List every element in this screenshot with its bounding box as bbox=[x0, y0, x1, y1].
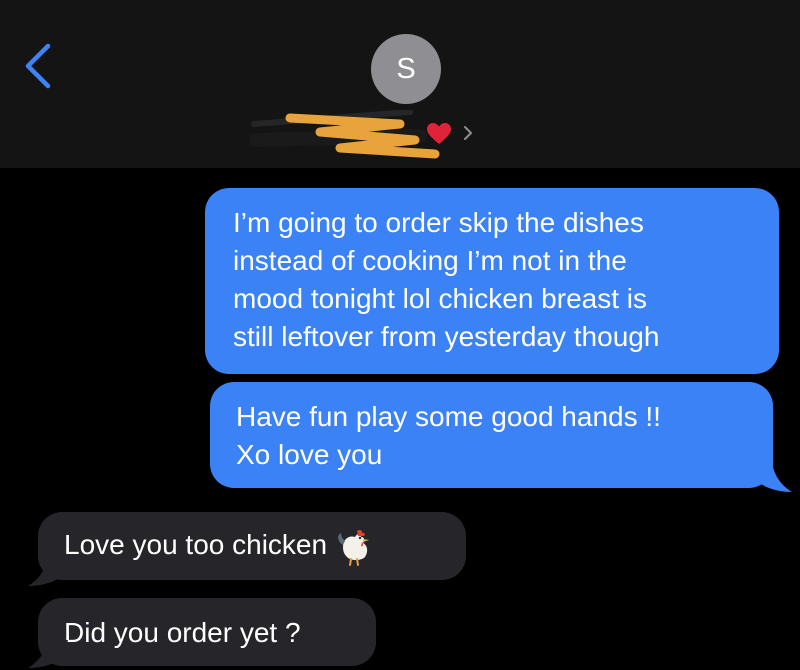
conversation-header: S bbox=[0, 0, 800, 168]
message-text-line: I’m going to order skip the dishes bbox=[233, 207, 644, 238]
message-text: Love you too chicken bbox=[64, 529, 328, 560]
message-text-line: Xo love you bbox=[236, 439, 383, 470]
sent-message-bubble[interactable]: Have fun play some good hands !! Xo love… bbox=[210, 382, 773, 488]
sent-bubble-tail bbox=[752, 462, 792, 492]
chevron-right-icon[interactable] bbox=[462, 123, 474, 143]
message-text-line: still leftover from yesterday though bbox=[233, 321, 660, 352]
received-message-bubble[interactable]: Did you order yet ? bbox=[38, 598, 376, 666]
avatar[interactable]: S bbox=[371, 34, 441, 104]
message-text-line: Have fun play some good hands !! bbox=[236, 401, 661, 432]
avatar-initial: S bbox=[396, 52, 416, 85]
red-heart-icon bbox=[427, 123, 451, 144]
rooster-icon bbox=[338, 529, 370, 566]
received-message-bubble[interactable]: Love you too chicken bbox=[38, 512, 466, 580]
received-bubble-tail bbox=[28, 556, 68, 586]
message-text-line: mood tonight lol chicken breast is bbox=[233, 283, 647, 314]
message-text: Did you order yet ? bbox=[64, 617, 301, 648]
sent-message-bubble[interactable]: I’m going to order skip the dishes inste… bbox=[205, 188, 779, 374]
received-bubble-tail bbox=[28, 640, 68, 668]
chevron-left-icon[interactable] bbox=[18, 40, 58, 92]
contact-name-row[interactable] bbox=[250, 110, 510, 160]
scribble-redaction-icon bbox=[250, 110, 440, 159]
message-text-line: instead of cooking I’m not in the bbox=[233, 245, 627, 276]
